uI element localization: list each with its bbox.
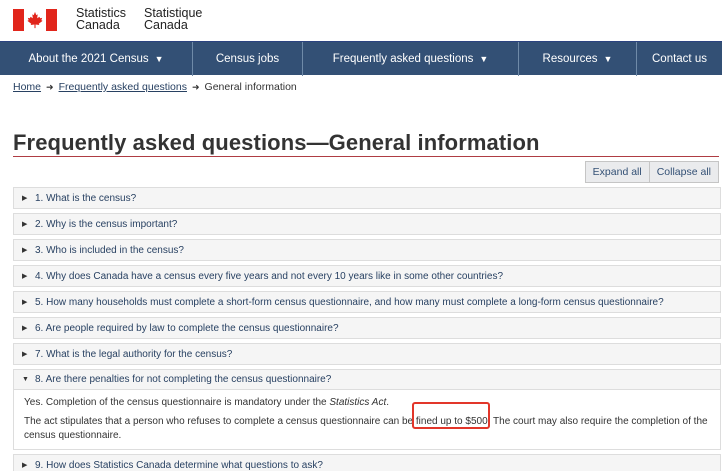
faq-question[interactable]: ▼ 8. Are there penalties for not complet… [14, 370, 720, 390]
breadcrumb-home-link[interactable]: Home [13, 81, 41, 93]
faq-item-9[interactable]: ▶ 9. How does Statistics Canada determin… [13, 454, 721, 471]
faq-question[interactable]: ▶ 5. How many households must complete a… [14, 292, 720, 312]
faq-question[interactable]: ▶ 3. Who is included in the census? [14, 240, 720, 260]
nav-item-contact[interactable]: Contact us [637, 42, 722, 76]
nav-item-label: About the 2021 Census [28, 53, 149, 65]
answer-paragraph: Yes. Completion of the census questionna… [24, 396, 710, 410]
faq-question-text: 8. Are there penalties for not completin… [35, 374, 332, 385]
faq-item-6[interactable]: ▶ 6. Are people required by law to compl… [13, 317, 721, 339]
title-divider [13, 156, 719, 157]
nav-item-resources[interactable]: Resources ▼ [519, 42, 637, 76]
breadcrumb-faq-link[interactable]: Frequently asked questions [59, 81, 187, 93]
faq-accordion: ▶ 1. What is the census? ▶ 2. Why is the… [13, 187, 721, 471]
faq-item-4[interactable]: ▶ 4. Why does Canada have a census every… [13, 265, 721, 287]
caret-right-icon: ▶ [22, 325, 28, 332]
faq-question[interactable]: ▶ 7. What is the legal authority for the… [14, 344, 720, 364]
faq-question[interactable]: ▶ 6. Are people required by law to compl… [14, 318, 720, 338]
faq-question[interactable]: ▶ 2. Why is the census important? [14, 214, 720, 234]
faq-question-text: 9. How does Statistics Canada determine … [35, 459, 323, 471]
faq-question-text: 2. Why is the census important? [35, 218, 178, 230]
caret-right-icon: ▶ [22, 273, 28, 280]
expand-all-button[interactable]: Expand all [584, 161, 650, 183]
nav-item-label: Resources [542, 53, 598, 65]
highlighted-fine-text: fined up to $500. [415, 416, 491, 427]
breadcrumb-current: General information [204, 81, 297, 93]
wordmark-french[interactable]: Statistique Canada [144, 7, 202, 32]
faq-item-2[interactable]: ▶ 2. Why is the census important? [13, 213, 721, 235]
arrow-right-icon: ➜ [46, 81, 54, 92]
caret-right-icon: ▶ [22, 247, 28, 254]
flag-left-bar [13, 9, 24, 31]
answer-text: Yes. Completion of the census questionna… [24, 397, 330, 408]
faq-question[interactable]: ▶ 9. How does Statistics Canada determin… [14, 455, 720, 471]
canada-flag-icon[interactable] [13, 9, 57, 31]
caret-right-icon: ▶ [22, 351, 28, 358]
maple-leaf-icon [27, 11, 43, 29]
faq-question-text: 7. What is the legal authority for the c… [35, 348, 233, 360]
page-title: Frequently asked questions—General infor… [13, 130, 540, 155]
faq-question-text: 1. What is the census? [35, 192, 137, 204]
wordmark-fr-line2: Canada [144, 18, 188, 32]
site-header: Statistics Canada Statistique Canada [0, 0, 722, 40]
nav-item-census-jobs[interactable]: Census jobs [193, 42, 303, 76]
faq-item-7[interactable]: ▶ 7. What is the legal authority for the… [13, 343, 721, 365]
caret-right-icon: ▶ [22, 462, 28, 469]
faq-question[interactable]: ▶ 1. What is the census? [14, 188, 720, 208]
faq-question-text: 3. Who is included in the census? [35, 244, 184, 256]
nav-item-label: Frequently asked questions [332, 53, 474, 65]
flag-right-bar [46, 9, 57, 31]
faq-item-5[interactable]: ▶ 5. How many households must complete a… [13, 291, 721, 313]
faq-item-3[interactable]: ▶ 3. Who is included in the census? [13, 239, 721, 261]
caret-down-icon: ▼ [22, 376, 29, 383]
faq-item-1[interactable]: ▶ 1. What is the census? [13, 187, 721, 209]
chevron-down-icon: ▼ [603, 54, 613, 64]
wordmark-english[interactable]: Statistics Canada [76, 7, 126, 32]
nav-item-label: Census jobs [215, 53, 280, 65]
answer-text: The act stipulates that a person who ref… [24, 416, 416, 427]
faq-question[interactable]: ▶ 4. Why does Canada have a census every… [14, 266, 720, 286]
faq-question-text: 6. Are people required by law to complet… [35, 322, 339, 334]
nav-item-faq[interactable]: Frequently asked questions ▼ [303, 42, 519, 76]
faq-question-text: 5. How many households must complete a s… [35, 296, 664, 308]
caret-right-icon: ▶ [22, 299, 28, 306]
faq-question-text: 4. Why does Canada have a census every f… [35, 270, 504, 282]
answer-paragraph: The act stipulates that a person who ref… [24, 415, 710, 443]
collapse-all-button[interactable]: Collapse all [649, 161, 719, 183]
accordion-controls: Expand all Collapse all [584, 161, 719, 183]
faq-answer: Yes. Completion of the census questionna… [14, 390, 720, 449]
caret-right-icon: ▶ [22, 195, 28, 202]
faq-item-8[interactable]: ▼ 8. Are there penalties for not complet… [13, 369, 721, 450]
nav-item-about[interactable]: About the 2021 Census ▼ [0, 42, 193, 76]
wordmark-en-line2: Canada [76, 18, 120, 32]
arrow-right-icon: ➜ [191, 81, 200, 92]
nav-item-label: Contact us [652, 53, 707, 65]
chevron-down-icon: ▼ [479, 54, 489, 64]
statistics-act-reference: Statistics Act [329, 397, 387, 408]
breadcrumb: Home ➜ Frequently asked questions ➜ Gene… [13, 81, 297, 93]
answer-text: . [386, 397, 390, 408]
caret-right-icon: ▶ [22, 221, 28, 228]
main-nav: About the 2021 Census ▼ Census jobs Freq… [0, 41, 722, 76]
chevron-down-icon: ▼ [154, 54, 164, 64]
